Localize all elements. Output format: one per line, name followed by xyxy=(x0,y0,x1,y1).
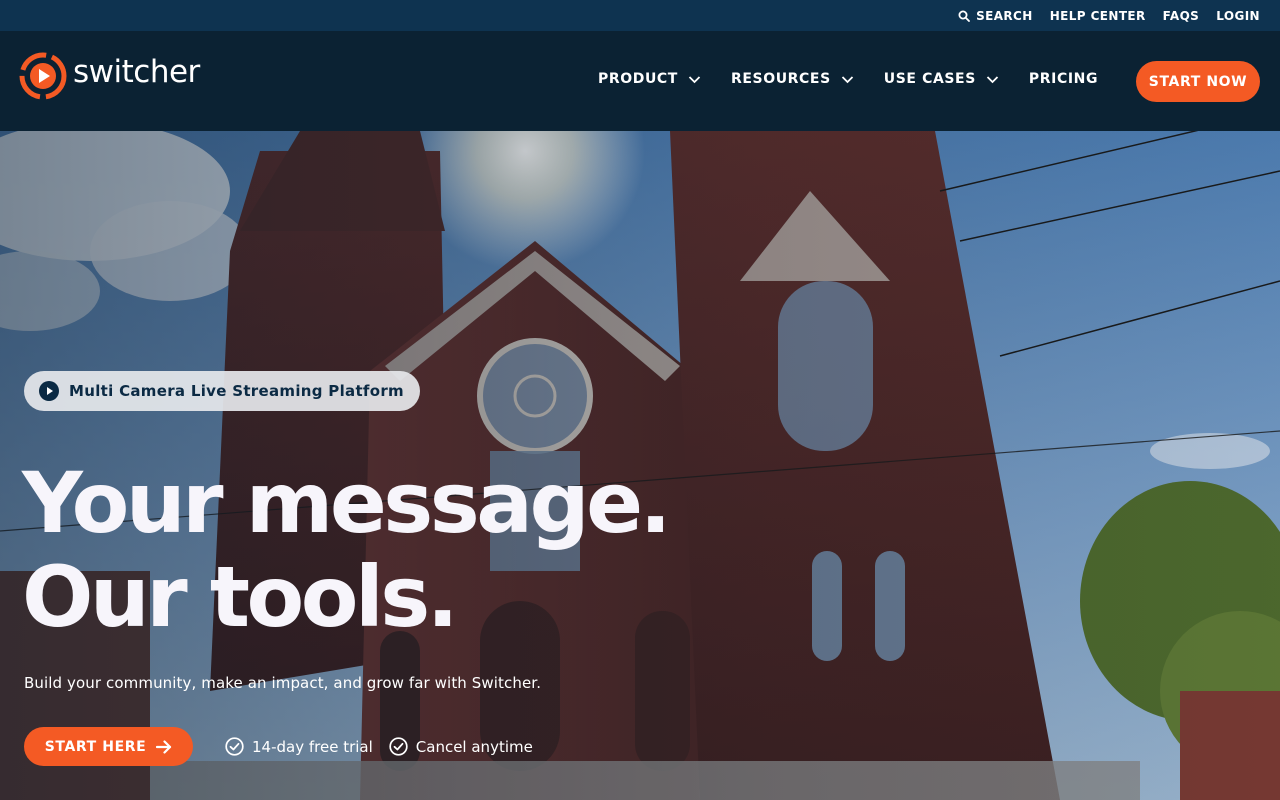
chevron-down-icon xyxy=(986,75,999,83)
start-here-button[interactable]: START HERE xyxy=(24,727,193,766)
search-icon xyxy=(958,10,970,22)
nav-pricing-label: PRICING xyxy=(1028,71,1099,87)
nav-pricing[interactable]: PRICING xyxy=(1029,71,1098,87)
hero-subtext: Build your community, make an impact, an… xyxy=(24,674,542,692)
nav-use-cases-label: USE CASES xyxy=(883,71,976,87)
nav-resources-label: RESOURCES xyxy=(730,71,831,87)
start-now-button[interactable]: START NOW xyxy=(1136,61,1260,102)
search-label: SEARCH xyxy=(976,8,1033,23)
perk-free-trial-label: 14-day free trial xyxy=(252,737,373,756)
perk-cancel-anytime-label: Cancel anytime xyxy=(415,737,533,756)
help-center-link[interactable]: HELP CENTER xyxy=(1050,9,1146,23)
main-nav: switcher PRODUCT RESOURCES USE CASES PRI… xyxy=(0,31,1280,131)
play-icon xyxy=(39,381,59,401)
arrow-right-icon xyxy=(156,739,172,754)
hero-headline: Your message. Our tools. xyxy=(22,454,671,646)
chevron-down-icon xyxy=(688,75,701,83)
nav-resources[interactable]: RESOURCES xyxy=(731,71,854,87)
primary-nav: PRODUCT RESOURCES USE CASES PRICING xyxy=(598,71,1098,87)
hero-cta-row: START HERE 14-day free trial Cancel anyt… xyxy=(24,727,533,766)
chevron-down-icon xyxy=(841,75,853,83)
hero-headline-line-1: Your message. xyxy=(22,454,671,552)
hero-badge: Multi Camera Live Streaming Platform xyxy=(24,371,420,411)
hero: Multi Camera Live Streaming Platform You… xyxy=(0,131,1280,800)
perk-cancel-anytime: Cancel anytime xyxy=(389,737,533,756)
check-circle-icon xyxy=(225,737,244,756)
perk-free-trial: 14-day free trial xyxy=(225,737,373,756)
hero-headline-line-2: Our tools. xyxy=(22,548,459,646)
start-here-label: START HERE xyxy=(44,738,147,755)
utility-bar: SEARCH HELP CENTER FAQS LOGIN xyxy=(0,0,1280,31)
nav-product[interactable]: PRODUCT xyxy=(598,71,701,87)
check-circle-icon xyxy=(389,737,408,756)
logo-text: switcher xyxy=(73,54,200,90)
nav-use-cases[interactable]: USE CASES xyxy=(884,71,999,87)
search-link[interactable]: SEARCH xyxy=(958,9,1033,23)
hero-badge-label: Multi Camera Live Streaming Platform xyxy=(69,382,404,400)
nav-product-label: PRODUCT xyxy=(598,71,678,87)
login-link[interactable]: LOGIN xyxy=(1216,9,1260,23)
faqs-link[interactable]: FAQS xyxy=(1163,9,1200,23)
logo[interactable]: switcher xyxy=(19,52,200,100)
switcher-logo-icon xyxy=(19,52,67,100)
